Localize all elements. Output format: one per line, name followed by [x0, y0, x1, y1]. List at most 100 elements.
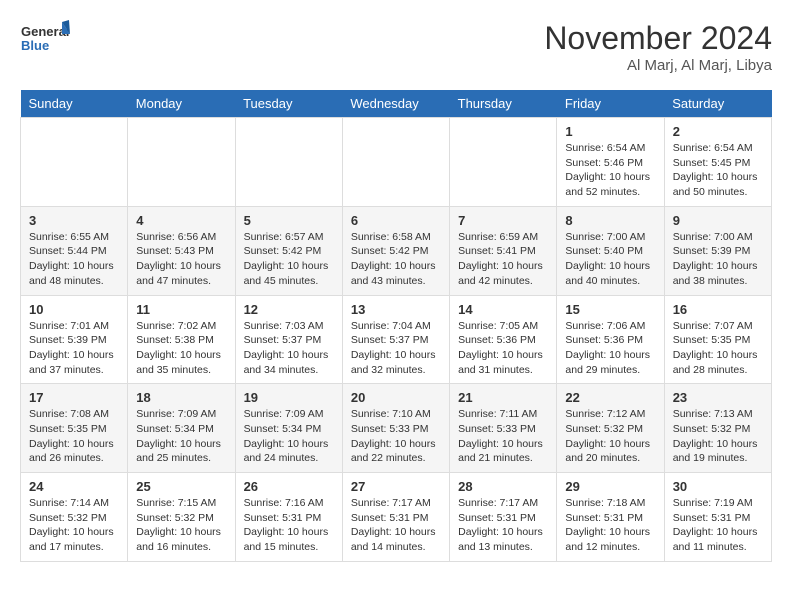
day-number: 13: [351, 302, 441, 317]
day-number: 1: [565, 124, 655, 139]
day-info: Sunrise: 6:59 AMSunset: 5:41 PMDaylight:…: [458, 230, 548, 289]
day-info: Sunrise: 7:09 AMSunset: 5:34 PMDaylight:…: [136, 407, 226, 466]
calendar-cell: 25 Sunrise: 7:15 AMSunset: 5:32 PMDayligh…: [128, 473, 235, 562]
calendar-cell: 5 Sunrise: 6:57 AMSunset: 5:42 PMDaylight…: [235, 206, 342, 295]
day-info: Sunrise: 7:17 AMSunset: 5:31 PMDaylight:…: [351, 496, 441, 555]
day-info: Sunrise: 7:04 AMSunset: 5:37 PMDaylight:…: [351, 319, 441, 378]
day-number: 19: [244, 390, 334, 405]
day-number: 26: [244, 479, 334, 494]
day-info: Sunrise: 7:08 AMSunset: 5:35 PMDaylight:…: [29, 407, 119, 466]
calendar-cell: 8 Sunrise: 7:00 AMSunset: 5:40 PMDaylight…: [557, 206, 664, 295]
header-tuesday: Tuesday: [235, 90, 342, 118]
day-number: 20: [351, 390, 441, 405]
header-sunday: Sunday: [21, 90, 128, 118]
calendar-cell: 29 Sunrise: 7:18 AMSunset: 5:31 PMDayligh…: [557, 473, 664, 562]
calendar-cell: 21 Sunrise: 7:11 AMSunset: 5:33 PMDayligh…: [450, 384, 557, 473]
logo-icon: General Blue: [20, 20, 70, 64]
calendar-cell: 9 Sunrise: 7:00 AMSunset: 5:39 PMDaylight…: [664, 206, 771, 295]
calendar-cell: [235, 118, 342, 207]
day-info: Sunrise: 7:19 AMSunset: 5:31 PMDaylight:…: [673, 496, 763, 555]
day-number: 16: [673, 302, 763, 317]
calendar-cell: 20 Sunrise: 7:10 AMSunset: 5:33 PMDayligh…: [342, 384, 449, 473]
day-info: Sunrise: 7:10 AMSunset: 5:33 PMDaylight:…: [351, 407, 441, 466]
day-number: 25: [136, 479, 226, 494]
calendar-cell: [128, 118, 235, 207]
day-info: Sunrise: 7:07 AMSunset: 5:35 PMDaylight:…: [673, 319, 763, 378]
calendar-cell: 13 Sunrise: 7:04 AMSunset: 5:37 PMDayligh…: [342, 295, 449, 384]
calendar-cell: 2 Sunrise: 6:54 AMSunset: 5:45 PMDaylight…: [664, 118, 771, 207]
day-info: Sunrise: 7:02 AMSunset: 5:38 PMDaylight:…: [136, 319, 226, 378]
calendar-cell: 23 Sunrise: 7:13 AMSunset: 5:32 PMDayligh…: [664, 384, 771, 473]
calendar-cell: 10 Sunrise: 7:01 AMSunset: 5:39 PMDayligh…: [21, 295, 128, 384]
day-info: Sunrise: 7:11 AMSunset: 5:33 PMDaylight:…: [458, 407, 548, 466]
day-number: 8: [565, 213, 655, 228]
day-number: 3: [29, 213, 119, 228]
calendar-cell: 26Sunrise: 7:16 AMSunset: 5:31 PMDayligh…: [235, 473, 342, 562]
day-number: 6: [351, 213, 441, 228]
week-row-3: 10 Sunrise: 7:01 AMSunset: 5:39 PMDayligh…: [21, 295, 772, 384]
day-info: Sunrise: 7:13 AMSunset: 5:32 PMDaylight:…: [673, 407, 763, 466]
day-number: 27: [351, 479, 441, 494]
calendar-cell: 16 Sunrise: 7:07 AMSunset: 5:35 PMDayligh…: [664, 295, 771, 384]
day-info: Sunrise: 7:03 AMSunset: 5:37 PMDaylight:…: [244, 319, 334, 378]
day-number: 7: [458, 213, 548, 228]
calendar-cell: 7 Sunrise: 6:59 AMSunset: 5:41 PMDaylight…: [450, 206, 557, 295]
header-thursday: Thursday: [450, 90, 557, 118]
week-row-4: 17 Sunrise: 7:08 AMSunset: 5:35 PMDayligh…: [21, 384, 772, 473]
day-info: Sunrise: 6:56 AMSunset: 5:43 PMDaylight:…: [136, 230, 226, 289]
calendar-cell: 18Sunrise: 7:09 AMSunset: 5:34 PMDayligh…: [128, 384, 235, 473]
calendar-cell: [342, 118, 449, 207]
day-number: 9: [673, 213, 763, 228]
calendar-cell: 22Sunrise: 7:12 AMSunset: 5:32 PMDayligh…: [557, 384, 664, 473]
day-info: Sunrise: 7:17 AMSunset: 5:31 PMDaylight:…: [458, 496, 548, 555]
day-info: Sunrise: 7:18 AMSunset: 5:31 PMDaylight:…: [565, 496, 655, 555]
day-info: Sunrise: 7:00 AMSunset: 5:39 PMDaylight:…: [673, 230, 763, 289]
day-number: 12: [244, 302, 334, 317]
calendar-cell: 15Sunrise: 7:06 AMSunset: 5:36 PMDayligh…: [557, 295, 664, 384]
day-number: 22: [565, 390, 655, 405]
day-info: Sunrise: 6:54 AMSunset: 5:46 PMDaylight:…: [565, 141, 655, 200]
day-info: Sunrise: 7:00 AMSunset: 5:40 PMDaylight:…: [565, 230, 655, 289]
day-number: 14: [458, 302, 548, 317]
week-row-5: 24Sunrise: 7:14 AMSunset: 5:32 PMDayligh…: [21, 473, 772, 562]
day-number: 30: [673, 479, 763, 494]
day-info: Sunrise: 7:05 AMSunset: 5:36 PMDaylight:…: [458, 319, 548, 378]
header-monday: Monday: [128, 90, 235, 118]
day-number: 29: [565, 479, 655, 494]
day-number: 2: [673, 124, 763, 139]
calendar-cell: 30 Sunrise: 7:19 AMSunset: 5:31 PMDayligh…: [664, 473, 771, 562]
location: Al Marj, Al Marj, Libya: [544, 57, 772, 74]
week-row-2: 3 Sunrise: 6:55 AMSunset: 5:44 PMDaylight…: [21, 206, 772, 295]
day-number: 4: [136, 213, 226, 228]
calendar-cell: 11 Sunrise: 7:02 AMSunset: 5:38 PMDayligh…: [128, 295, 235, 384]
calendar-cell: 6Sunrise: 6:58 AMSunset: 5:42 PMDaylight…: [342, 206, 449, 295]
day-info: Sunrise: 6:55 AMSunset: 5:44 PMDaylight:…: [29, 230, 119, 289]
day-info: Sunrise: 7:14 AMSunset: 5:32 PMDaylight:…: [29, 496, 119, 555]
calendar-cell: 1 Sunrise: 6:54 AMSunset: 5:46 PMDaylight…: [557, 118, 664, 207]
days-header-row: SundayMondayTuesdayWednesdayThursdayFrid…: [21, 90, 772, 118]
day-info: Sunrise: 7:01 AMSunset: 5:39 PMDaylight:…: [29, 319, 119, 378]
day-number: 10: [29, 302, 119, 317]
header-saturday: Saturday: [664, 90, 771, 118]
header-friday: Friday: [557, 90, 664, 118]
day-number: 11: [136, 302, 226, 317]
day-info: Sunrise: 6:57 AMSunset: 5:42 PMDaylight:…: [244, 230, 334, 289]
day-info: Sunrise: 7:09 AMSunset: 5:34 PMDaylight:…: [244, 407, 334, 466]
day-number: 5: [244, 213, 334, 228]
logo: General Blue: [20, 20, 70, 69]
day-info: Sunrise: 7:06 AMSunset: 5:36 PMDaylight:…: [565, 319, 655, 378]
title-block: November 2024 Al Marj, Al Marj, Libya: [544, 20, 772, 74]
calendar-cell: 4 Sunrise: 6:56 AMSunset: 5:43 PMDaylight…: [128, 206, 235, 295]
svg-text:Blue: Blue: [21, 38, 49, 53]
calendar-cell: 19 Sunrise: 7:09 AMSunset: 5:34 PMDayligh…: [235, 384, 342, 473]
calendar-cell: 27 Sunrise: 7:17 AMSunset: 5:31 PMDayligh…: [342, 473, 449, 562]
calendar-cell: [21, 118, 128, 207]
day-info: Sunrise: 7:15 AMSunset: 5:32 PMDaylight:…: [136, 496, 226, 555]
calendar-cell: 17 Sunrise: 7:08 AMSunset: 5:35 PMDayligh…: [21, 384, 128, 473]
day-number: 23: [673, 390, 763, 405]
day-info: Sunrise: 6:54 AMSunset: 5:45 PMDaylight:…: [673, 141, 763, 200]
day-number: 17: [29, 390, 119, 405]
calendar-cell: 28Sunrise: 7:17 AMSunset: 5:31 PMDayligh…: [450, 473, 557, 562]
day-number: 21: [458, 390, 548, 405]
page-header: General Blue November 2024 Al Marj, Al M…: [20, 20, 772, 74]
